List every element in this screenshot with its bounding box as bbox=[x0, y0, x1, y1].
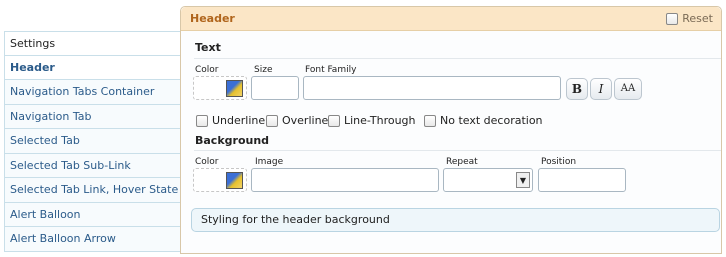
position-label: Position bbox=[541, 157, 577, 167]
reset-checkbox-box[interactable] bbox=[666, 12, 679, 25]
chevron-down-icon[interactable]: ▼ bbox=[516, 172, 530, 188]
no-decoration-checkbox[interactable] bbox=[424, 114, 436, 127]
text-case-button[interactable]: AA bbox=[614, 78, 642, 100]
settings-sidebar: Settings Header Navigation Tabs Containe… bbox=[4, 31, 180, 252]
sidebar-item-navigation-tabs-container[interactable]: Navigation Tabs Container bbox=[4, 80, 180, 105]
underline-checkbox[interactable] bbox=[196, 114, 208, 127]
background-position-input[interactable] bbox=[538, 168, 626, 192]
reset-checkbox[interactable]: Reset bbox=[666, 12, 713, 25]
background-section-title: Background bbox=[195, 134, 270, 147]
divider bbox=[194, 58, 721, 59]
no-decoration-label: No text decoration bbox=[440, 114, 543, 127]
color-swatch-icon[interactable] bbox=[226, 80, 243, 97]
background-image-input[interactable] bbox=[251, 168, 439, 192]
sidebar-item-navigation-tab[interactable]: Navigation Tab bbox=[4, 104, 180, 129]
size-label: Size bbox=[254, 65, 273, 75]
text-section-title: Text bbox=[195, 41, 221, 54]
sidebar-item-selected-tab-link-hover[interactable]: Selected Tab Link, Hover State bbox=[4, 178, 180, 203]
font-family-input[interactable] bbox=[303, 76, 561, 100]
sidebar-item-alert-balloon[interactable]: Alert Balloon bbox=[4, 202, 180, 227]
overline-option[interactable]: Overline bbox=[266, 114, 328, 127]
description-note: Styling for the header background bbox=[191, 208, 720, 232]
underline-option[interactable]: Underline bbox=[196, 114, 265, 127]
line-through-label: Line-Through bbox=[344, 114, 416, 127]
repeat-select[interactable]: ▼ bbox=[443, 168, 533, 192]
color-swatch-icon[interactable] bbox=[226, 172, 243, 189]
line-through-checkbox[interactable] bbox=[328, 114, 340, 127]
sidebar-item-header[interactable]: Header bbox=[4, 55, 180, 80]
repeat-label: Repeat bbox=[446, 157, 478, 167]
sidebar-item-alert-balloon-arrow[interactable]: Alert Balloon Arrow bbox=[4, 227, 180, 252]
text-color-picker[interactable] bbox=[193, 76, 247, 100]
sidebar-item-selected-tab[interactable]: Selected Tab bbox=[4, 129, 180, 154]
underline-label: Underline bbox=[212, 114, 266, 127]
no-decoration-option[interactable]: No text decoration bbox=[424, 114, 543, 127]
sidebar-heading: Settings bbox=[4, 31, 180, 56]
sidebar-item-selected-tab-sub-link[interactable]: Selected Tab Sub-Link bbox=[4, 153, 180, 178]
italic-button[interactable]: I bbox=[590, 78, 612, 100]
panel-title: Header bbox=[190, 12, 235, 25]
text-size-input[interactable] bbox=[251, 76, 299, 100]
background-color-picker[interactable] bbox=[193, 168, 247, 192]
overline-label: Overline bbox=[282, 114, 329, 127]
divider bbox=[194, 150, 721, 151]
overline-checkbox[interactable] bbox=[266, 114, 278, 127]
bold-button[interactable]: B bbox=[566, 78, 588, 100]
text-color-label: Color bbox=[195, 65, 219, 75]
image-label: Image bbox=[255, 157, 284, 167]
style-editor-panel: Header Reset Text Color Size Font Family… bbox=[180, 6, 722, 254]
line-through-option[interactable]: Line-Through bbox=[328, 114, 416, 127]
font-family-label: Font Family bbox=[305, 65, 357, 75]
background-color-label: Color bbox=[195, 157, 219, 167]
reset-label: Reset bbox=[682, 12, 713, 25]
panel-header: Header Reset bbox=[181, 7, 721, 31]
